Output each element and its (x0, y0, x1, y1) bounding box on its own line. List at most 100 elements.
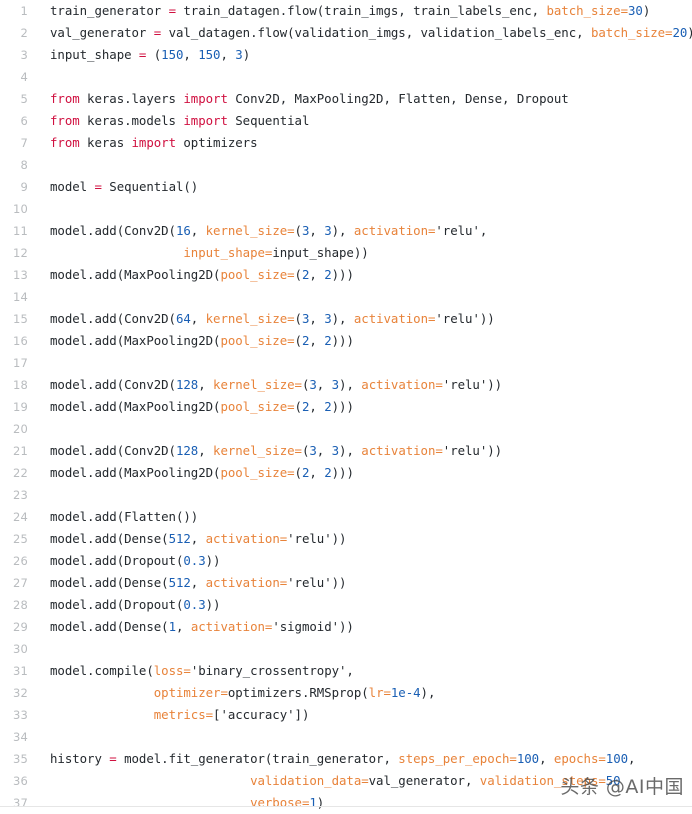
line-content: input_shape=input_shape)) (28, 242, 369, 264)
code-token: keras.layers (79, 91, 184, 106)
code-token: Conv2D, MaxPooling2D, Flatten, Dense, Dr… (227, 91, 569, 106)
code-token: , (309, 223, 325, 238)
code-token: from (50, 91, 80, 106)
code-token: 0.3 (183, 553, 206, 568)
line-number: 29 (12, 620, 28, 634)
line-number: 15 (12, 312, 28, 326)
code-token: model.fit_generator(train_generator, (116, 751, 399, 766)
code-token: 2 (324, 465, 332, 480)
line-content: model.add(Flatten()) (28, 506, 198, 528)
code-line: 32 optimizer=optimizers.RMSprop(lr=1e-4)… (0, 682, 692, 704)
code-token: steps_per_epoch= (398, 751, 517, 766)
code-token: 'relu')) (435, 311, 495, 326)
code-token: ) (242, 47, 251, 62)
code-token: model (50, 179, 95, 194)
code-token: ))) (331, 267, 354, 282)
code-line: 4 (0, 66, 692, 88)
line-number: 26 (12, 554, 28, 568)
line-number: 22 (12, 466, 28, 480)
code-token: , (309, 311, 325, 326)
line-number: 6 (20, 114, 28, 128)
code-token: )) (205, 597, 221, 612)
line-content: history = model.fit_generator(train_gene… (28, 748, 635, 770)
code-token: , (309, 399, 325, 414)
line-number: 2 (20, 26, 28, 40)
code-token: 3 (309, 377, 317, 392)
code-token: 1 (168, 619, 176, 634)
code-line: 16 model.add(MaxPooling2D(pool_size=(2, 2… (0, 330, 692, 352)
code-token: , (183, 47, 199, 62)
code-token: keras (79, 135, 132, 150)
code-token: activation= (361, 377, 443, 392)
code-token: from (50, 113, 80, 128)
code-token: keras.models (79, 113, 184, 128)
line-content: model.add(MaxPooling2D(pool_size=(2, 2))… (28, 462, 354, 484)
code-token: 100 (605, 751, 629, 766)
code-token: input_shape (50, 47, 139, 62)
line-number: 35 (12, 752, 28, 766)
code-line: 30 (0, 638, 692, 660)
code-token: model.add(Dense( (50, 619, 169, 634)
code-token: activation= (353, 223, 436, 238)
code-token: 'binary_crossentropy', (190, 663, 354, 678)
code-line: 5 from keras.layers import Conv2D, MaxPoo… (0, 88, 692, 110)
line-content: verbose=1) (28, 792, 324, 814)
code-token: 2 (324, 333, 332, 348)
line-number: 12 (12, 246, 28, 260)
code-line: 31 model.compile(loss='binary_crossentrop… (0, 660, 692, 682)
code-token: , (190, 223, 206, 238)
line-number: 18 (12, 378, 28, 392)
code-token: 16 (175, 223, 191, 238)
code-token: pool_size= (220, 399, 295, 414)
line-content: optimizer=optimizers.RMSprop(lr=1e-4), (28, 682, 436, 704)
code-token: activation= (205, 531, 288, 546)
bottom-divider (0, 806, 692, 807)
code-token: ( (294, 333, 302, 348)
code-token: model.add(Conv2D( (50, 311, 176, 326)
code-token: model.add(MaxPooling2D( (50, 399, 221, 414)
line-content: model.add(Dense(512, activation='relu')) (28, 572, 346, 594)
code-token: 1 (309, 795, 317, 810)
code-token: 'relu')) (442, 443, 503, 458)
code-listing: 1 train_generator = train_datagen.flow(tr… (0, 0, 692, 810)
code-token: , (190, 575, 206, 590)
line-content: model.add(Dense(1, activation='sigmoid')… (28, 616, 354, 638)
line-number: 1 (20, 4, 28, 18)
code-token: pool_size= (220, 267, 295, 282)
code-token: lr= (368, 685, 391, 700)
line-content: val_generator = val_datagen.flow(validat… (28, 22, 692, 44)
code-token: metrics= (153, 707, 214, 722)
code-token: batch_size= (546, 3, 628, 18)
line-content: metrics=['accuracy']) (28, 704, 310, 726)
code-token: optimizer= (153, 685, 228, 700)
code-token: 3 (309, 443, 317, 458)
code-token: 'relu')) (287, 531, 347, 546)
code-token: , (198, 443, 214, 458)
code-token: ), (339, 377, 362, 392)
code-token: = (168, 3, 176, 18)
line-content: model.add(Dropout(0.3)) (28, 594, 221, 616)
code-token: 30 (628, 3, 643, 18)
code-token: input_shape)) (272, 245, 369, 260)
code-line: 26 model.add(Dropout(0.3)) (0, 550, 692, 572)
line-number: 20 (12, 422, 28, 436)
line-number: 25 (12, 532, 28, 546)
code-token: ( (146, 47, 162, 62)
code-line: 8 (0, 154, 692, 176)
code-line: 21 model.add(Conv2D(128, kernel_size=(3, … (0, 440, 692, 462)
line-content: model.add(MaxPooling2D(pool_size=(2, 2))… (28, 396, 354, 418)
code-token: val_generator, (368, 773, 480, 788)
code-token: 3 (331, 377, 340, 392)
code-token: 128 (175, 377, 199, 392)
code-line: 9 model = Sequential() (0, 176, 692, 198)
code-token: model.add(Flatten()) (50, 509, 199, 524)
code-token: import (131, 135, 177, 150)
code-token: model.add(Conv2D( (50, 377, 176, 392)
code-token: 2 (324, 267, 332, 282)
code-line: 6 from keras.models import Sequential (0, 110, 692, 132)
line-content: model.add(Dropout(0.3)) (28, 550, 221, 572)
line-number: 17 (12, 356, 28, 370)
code-token: 100 (516, 751, 540, 766)
code-token: ['accuracy']) (213, 707, 310, 722)
code-token: = (94, 179, 102, 194)
